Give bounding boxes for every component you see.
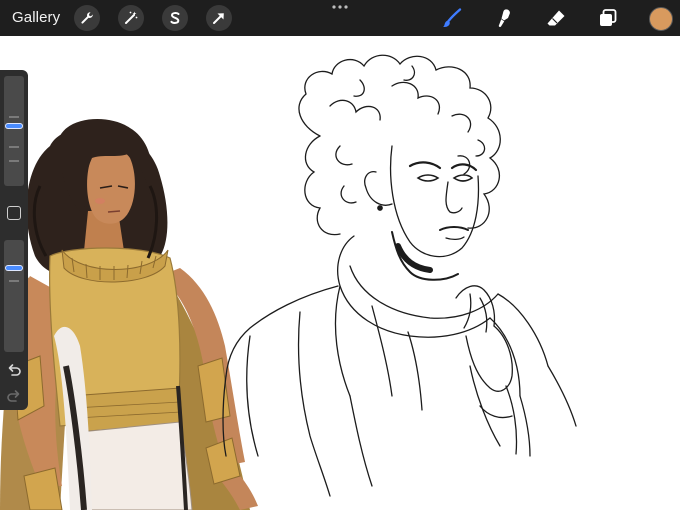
- smudge-icon: [498, 9, 510, 28]
- magic-wand-icon: [125, 11, 138, 24]
- layers-icon: [600, 9, 617, 26]
- modify-square-button[interactable]: [7, 206, 21, 220]
- redo-icon[interactable]: [6, 388, 22, 404]
- eraser-tool-button[interactable]: [543, 5, 569, 31]
- brush-size-slider[interactable]: [4, 76, 24, 186]
- selection-s-icon: [170, 12, 180, 24]
- artwork: [0, 54, 577, 510]
- adjustments-button[interactable]: [118, 5, 144, 31]
- gallery-button[interactable]: Gallery: [12, 7, 60, 29]
- left-sidebar: [0, 70, 28, 410]
- slider-tick: [9, 160, 19, 162]
- undo-icon[interactable]: [6, 362, 22, 378]
- wrench-icon: [81, 12, 93, 24]
- colored-character: [0, 118, 258, 510]
- smudge-tool-button[interactable]: [491, 5, 517, 31]
- selection-button[interactable]: [162, 5, 188, 31]
- top-toolbar: Gallery: [0, 0, 680, 36]
- transform-button[interactable]: [206, 5, 232, 31]
- line-sketch: [222, 54, 577, 497]
- brush-icon: [443, 8, 462, 27]
- brush-tool-button[interactable]: [439, 5, 465, 31]
- slider-tick: [9, 280, 19, 282]
- opacity-slider[interactable]: [4, 240, 24, 352]
- slider-tick: [9, 116, 19, 118]
- color-picker-swatch[interactable]: [649, 7, 673, 31]
- eraser-icon: [547, 10, 565, 26]
- brush-size-thumb[interactable]: [6, 124, 22, 128]
- slider-tick: [9, 146, 19, 148]
- arrow-transform-icon: [213, 13, 224, 24]
- actions-button[interactable]: [74, 5, 100, 31]
- more-options-icon[interactable]: [331, 2, 349, 12]
- opacity-thumb[interactable]: [6, 266, 22, 270]
- drawing-canvas[interactable]: [0, 36, 680, 510]
- layers-button[interactable]: [595, 5, 621, 31]
